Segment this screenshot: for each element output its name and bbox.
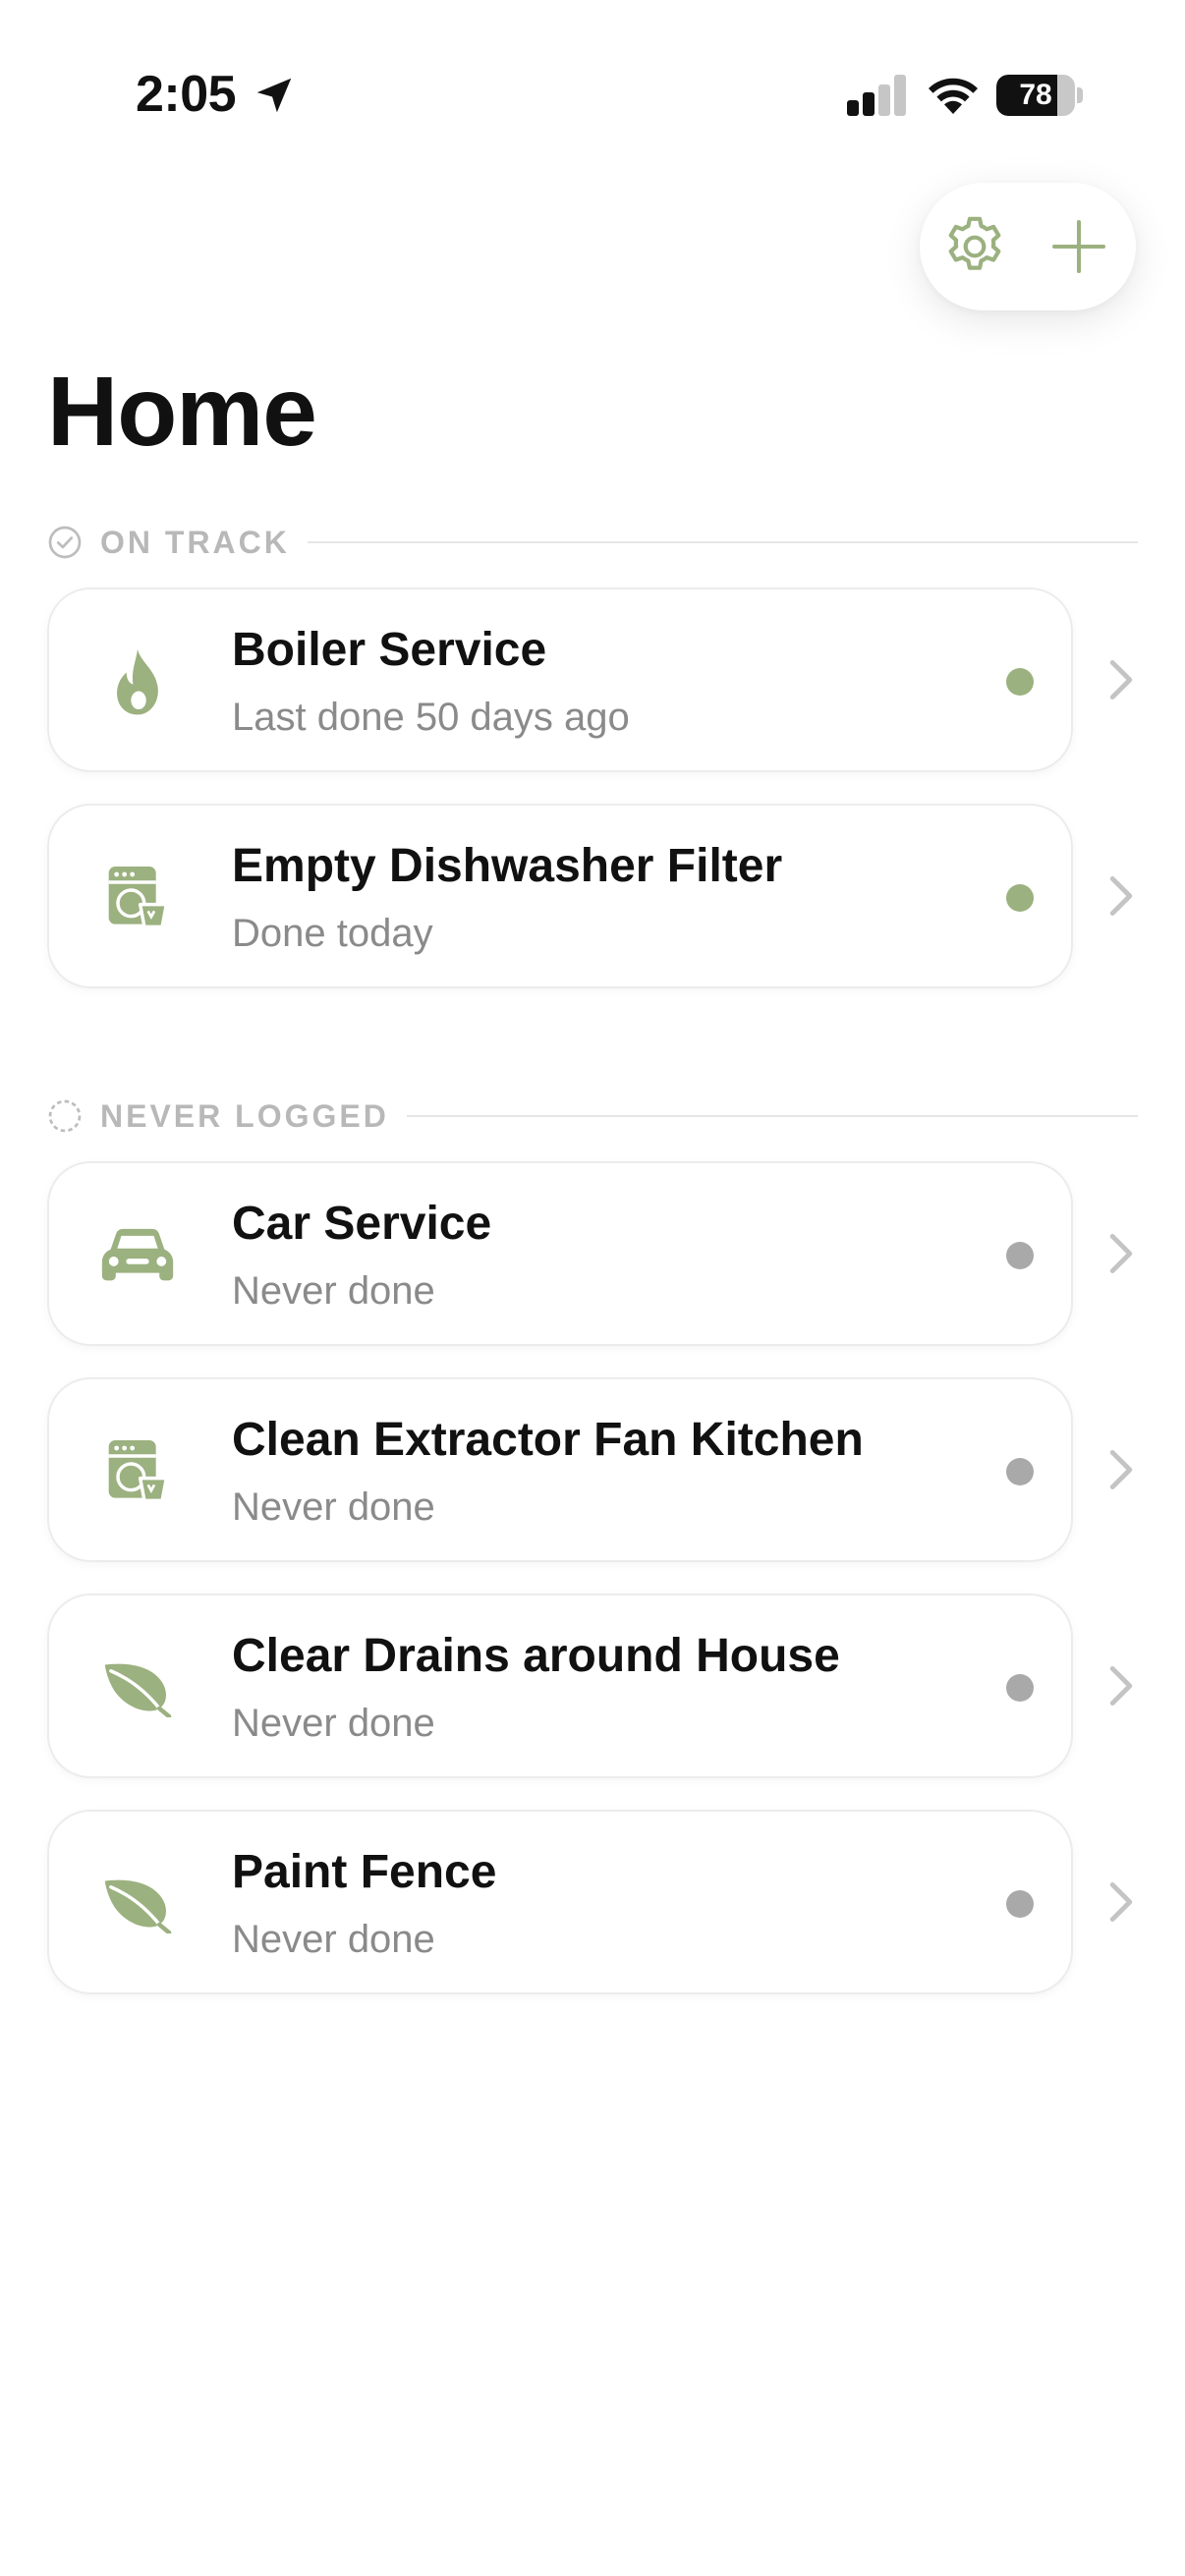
plus-icon <box>1052 220 1105 273</box>
task-title: Clear Drains around House <box>232 1630 840 1682</box>
leaf-icon <box>104 1663 172 1717</box>
battery-percentage: 78 <box>1019 79 1052 111</box>
task-subtitle: Never done <box>232 1485 435 1529</box>
section-divider <box>307 541 1138 543</box>
section-header-on-track: ON TRACK <box>47 523 1138 562</box>
chevron-right-icon[interactable] <box>1106 1232 1136 1275</box>
flame-icon <box>117 648 158 715</box>
task-subtitle: Done today <box>232 912 433 955</box>
chevron-right-icon[interactable] <box>1106 1664 1136 1708</box>
dishwasher-icon <box>108 867 169 929</box>
task-title: Clean Extractor Fan Kitchen <box>232 1414 864 1466</box>
task-card-paint-fence[interactable]: Paint Fence Never done <box>47 1810 1073 1994</box>
task-subtitle: Never done <box>232 1269 435 1313</box>
task-subtitle: Never done <box>232 1918 435 1961</box>
dashed-circle-icon <box>48 1099 82 1133</box>
chevron-right-icon[interactable] <box>1106 1448 1136 1491</box>
task-card-empty-dishwasher-filter[interactable]: Empty Dishwasher Filter Done today <box>47 804 1073 988</box>
task-card-boiler-service[interactable]: Boiler Service Last done 50 days ago <box>47 588 1073 772</box>
car-icon <box>101 1228 174 1281</box>
task-title: Boiler Service <box>232 624 547 676</box>
chevron-right-icon[interactable] <box>1106 874 1136 918</box>
task-subtitle: Never done <box>232 1702 435 1745</box>
task-card-car-service[interactable]: Car Service Never done <box>47 1161 1073 1346</box>
section-label: ON TRACK <box>100 524 290 560</box>
wifi-icon <box>929 78 978 114</box>
page-title: Home <box>47 357 317 467</box>
chevron-right-icon[interactable] <box>1106 1880 1136 1924</box>
check-circle-icon <box>48 526 82 559</box>
status-dot <box>1006 1458 1034 1485</box>
task-title: Car Service <box>232 1198 492 1250</box>
battery-indicator: 78 <box>996 75 1083 116</box>
status-dot <box>1006 1242 1034 1269</box>
status-bar: 2:05 78 <box>0 0 1185 187</box>
leaf-icon <box>104 1879 172 1933</box>
status-time: 2:05 <box>136 66 237 123</box>
task-title: Paint Fence <box>232 1846 497 1898</box>
task-title: Empty Dishwasher Filter <box>232 840 783 892</box>
status-dot <box>1006 1890 1034 1918</box>
section-divider <box>406 1115 1138 1117</box>
status-dot <box>1006 1674 1034 1702</box>
task-card-clean-extractor-fan-kitchen[interactable]: Clean Extractor Fan Kitchen Never done <box>47 1377 1073 1562</box>
section-label: NEVER LOGGED <box>100 1097 389 1134</box>
task-subtitle: Last done 50 days ago <box>232 696 630 739</box>
cellular-signal-icon <box>847 75 906 116</box>
status-dot <box>1006 668 1034 696</box>
dishwasher-icon <box>108 1440 169 1503</box>
status-dot <box>1006 884 1034 912</box>
settings-button[interactable] <box>935 207 1014 286</box>
toolbar-actions <box>920 183 1136 310</box>
gear-icon <box>948 216 1001 270</box>
chevron-right-icon[interactable] <box>1106 658 1136 701</box>
task-card-clear-drains-around-house[interactable]: Clear Drains around House Never done <box>47 1594 1073 1778</box>
location-arrow-icon <box>256 78 292 113</box>
section-header-never-logged: NEVER LOGGED <box>47 1096 1138 1136</box>
add-task-button[interactable] <box>1040 207 1118 286</box>
